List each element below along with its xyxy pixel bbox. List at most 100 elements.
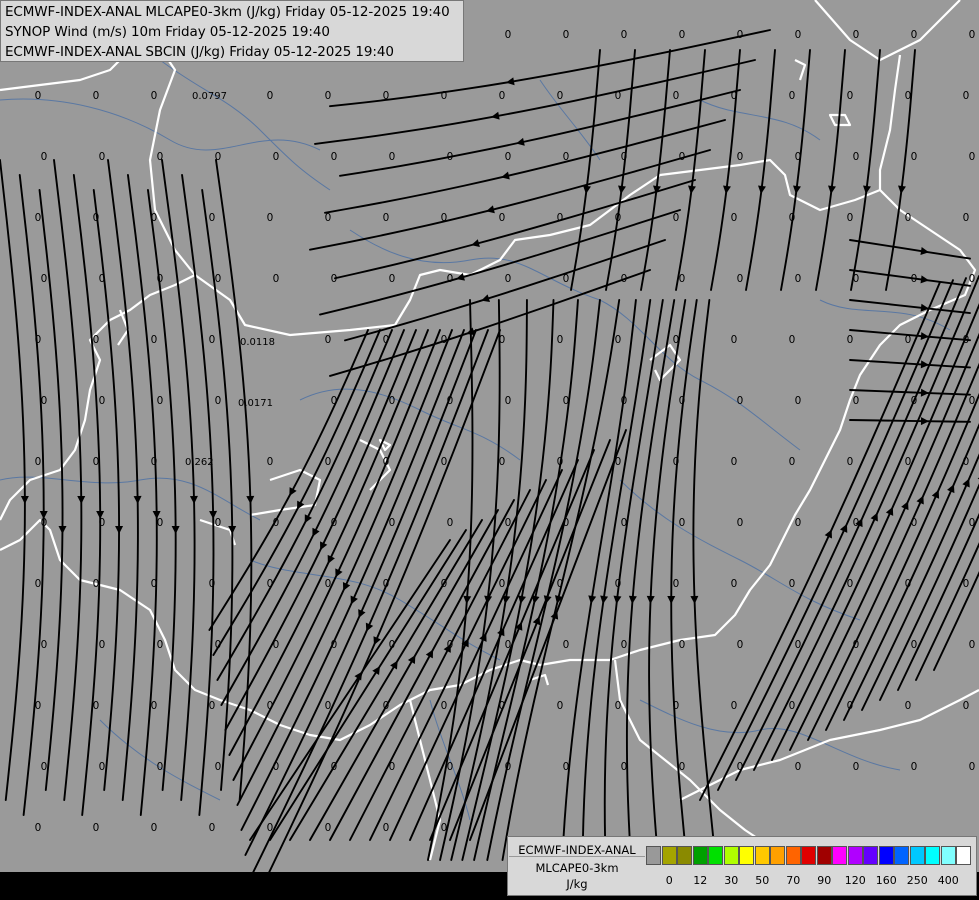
- sbcin-value: 0: [389, 151, 396, 163]
- sbcin-value: 0: [789, 334, 796, 346]
- sbcin-value: 0: [969, 639, 976, 651]
- sbcin-value: 0: [41, 395, 48, 407]
- sbcin-value: 0: [35, 334, 42, 346]
- sbcin-value-label: 0.0797: [192, 91, 227, 102]
- sbcin-value: 0: [215, 761, 222, 773]
- sbcin-value: 0: [737, 761, 744, 773]
- legend-tick-label: 0: [665, 874, 673, 887]
- sbcin-value: 0: [499, 456, 506, 468]
- legend-swatch: [692, 846, 708, 865]
- sbcin-value: 0: [615, 578, 622, 590]
- sbcin-value: 0: [325, 578, 332, 590]
- sbcin-value: 0: [99, 395, 106, 407]
- sbcin-value: 0: [41, 517, 48, 529]
- sbcin-value: 0: [847, 212, 854, 224]
- sbcin-value: 0: [673, 90, 680, 102]
- legend-swatch: [661, 846, 677, 865]
- sbcin-value: 0: [383, 334, 390, 346]
- sbcin-value-label: 0.0171: [238, 398, 273, 409]
- sbcin-value: 0: [273, 761, 280, 773]
- sbcin-value: 0: [325, 90, 332, 102]
- legend-source: ECMWF-INDEX-ANAL: [518, 843, 636, 857]
- map-canvas: 0 0 0 0 0 0 0 0 0 0 0 0 0 0 0 0 0 0 0 0 0 0 0 0 0 0 0 0 0 0 0 0 0 0 0 0 0 0 0 0…: [0, 0, 979, 900]
- sbcin-value: 0: [41, 639, 48, 651]
- legend-swatch: [847, 846, 863, 865]
- sbcin-value: 0: [157, 395, 164, 407]
- sbcin-value: 0: [731, 90, 738, 102]
- sbcin-value: 0: [41, 273, 48, 285]
- sbcin-value: 0: [505, 151, 512, 163]
- sbcin-value: 0: [853, 395, 860, 407]
- sbcin-value: 0: [737, 639, 744, 651]
- sbcin-value: 0: [157, 517, 164, 529]
- sbcin-value: 0: [325, 700, 332, 712]
- sbcin-value: 0: [209, 212, 216, 224]
- sbcin-value: 0: [499, 334, 506, 346]
- sbcin-value: 0: [853, 273, 860, 285]
- sbcin-value: 0: [325, 456, 332, 468]
- legend-unit: J/kg: [566, 877, 588, 891]
- sbcin-value: 0: [795, 395, 802, 407]
- sbcin-value: 0: [389, 761, 396, 773]
- sbcin-value: 0: [853, 29, 860, 41]
- sbcin-value: 0: [621, 761, 628, 773]
- legend-swatch: [909, 846, 925, 865]
- sbcin-value: 0: [795, 517, 802, 529]
- sbcin-value: 0: [383, 700, 390, 712]
- sbcin-value: 0: [151, 700, 158, 712]
- sbcin-value: 0: [331, 639, 338, 651]
- sbcin-value: 0: [35, 822, 42, 834]
- sbcin-value: 0: [847, 334, 854, 346]
- legend-swatch: [723, 846, 739, 865]
- sbcin-value: 0: [267, 212, 274, 224]
- sbcin-value: 0: [673, 212, 680, 224]
- legend-variable: MLCAPE0-3km: [535, 861, 619, 875]
- sbcin-value: 0: [331, 517, 338, 529]
- sbcin-value: 0: [209, 578, 216, 590]
- sbcin-value: 0: [441, 90, 448, 102]
- sbcin-value: 0: [389, 517, 396, 529]
- sbcin-value: 0: [911, 517, 918, 529]
- sbcin-value: 0: [969, 273, 976, 285]
- sbcin-value: 0: [731, 334, 738, 346]
- sbcin-value: 0: [331, 273, 338, 285]
- sbcin-value: 0: [35, 700, 42, 712]
- sbcin-value: 0: [499, 578, 506, 590]
- legend-tick-label: 90: [817, 874, 832, 887]
- sbcin-value: 0: [35, 212, 42, 224]
- sbcin-value: 0: [441, 578, 448, 590]
- sbcin-value: 0: [557, 700, 564, 712]
- sbcin-value: 0: [847, 456, 854, 468]
- sbcin-value: 0: [215, 395, 222, 407]
- sbcin-value: 0: [963, 700, 970, 712]
- sbcin-value: 0: [737, 29, 744, 41]
- sbcin-value: 0: [563, 151, 570, 163]
- title-cape: ECMWF-INDEX-ANAL MLCAPE0-3km (J/kg) Frid…: [5, 4, 450, 20]
- legend-swatch: [770, 846, 785, 865]
- color-scale-legend: ECMWF-INDEX-ANAL MLCAPE0-3km J/kg 0 12 30 5…: [507, 836, 977, 896]
- sbcin-value: 0: [389, 639, 396, 651]
- sbcin-value: 0: [673, 700, 680, 712]
- sbcin-value: 0: [679, 151, 686, 163]
- sbcin-value: 0: [325, 212, 332, 224]
- sbcin-value: 0: [673, 456, 680, 468]
- sbcin-value: 0: [505, 29, 512, 41]
- legend-tick-label: 12: [693, 874, 708, 887]
- sbcin-value: 0: [383, 578, 390, 590]
- sbcin-value: 0: [563, 517, 570, 529]
- legend-swatch: [646, 846, 661, 865]
- sbcin-value: 0: [93, 334, 100, 346]
- sbcin-value: 0: [905, 700, 912, 712]
- sbcin-value: 0: [853, 517, 860, 529]
- sbcin-value: 0: [441, 334, 448, 346]
- sbcin-value: 0: [615, 90, 622, 102]
- sbcin-value: 0: [93, 212, 100, 224]
- sbcin-value: 0: [273, 517, 280, 529]
- sbcin-value: 0: [847, 90, 854, 102]
- sbcin-value: 0: [447, 517, 454, 529]
- legend-swatch: [925, 846, 940, 865]
- sbcin-value: 0: [679, 639, 686, 651]
- sbcin-value: 0: [41, 151, 48, 163]
- sbcin-value: 0: [557, 578, 564, 590]
- sbcin-value: 0: [447, 151, 454, 163]
